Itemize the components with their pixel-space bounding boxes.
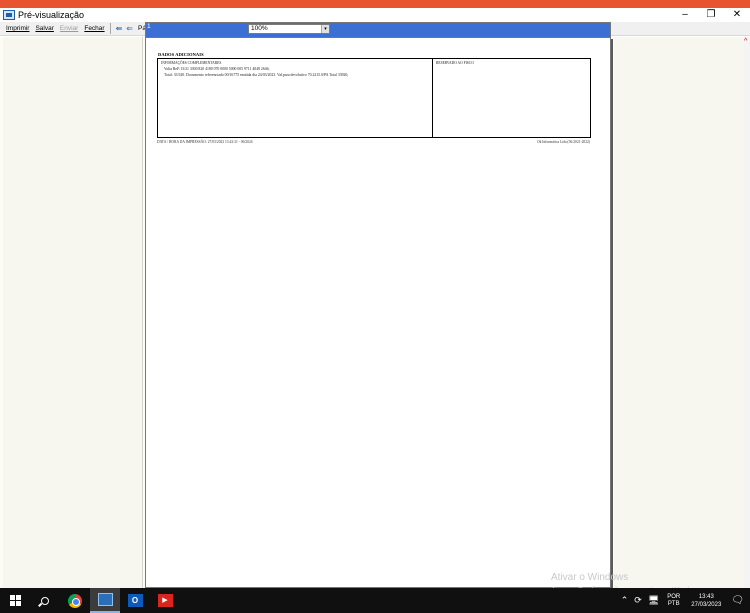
print-button[interactable]: Imprimir — [6, 25, 29, 32]
zoom-value: 100% — [250, 24, 268, 32]
previous-page-icon[interactable]: ⇐ — [126, 23, 133, 35]
thumbnail-pane — [3, 37, 143, 588]
app-icon — [3, 10, 15, 20]
top-accent-bar — [0, 0, 750, 8]
software-credit: Ok Informática Ltda (56/2021-2022) — [537, 140, 590, 144]
box-divider — [432, 59, 433, 137]
scroll-up-icon[interactable]: ^ — [744, 37, 750, 47]
clock-time: 13:43 — [698, 593, 714, 600]
network-icon[interactable]: 🖥 — [648, 595, 659, 606]
send-button[interactable]: Enviar — [60, 25, 78, 32]
tray-overflow-icon[interactable]: ⌃ — [621, 595, 629, 606]
title-bar: Pré-visualização – ❐ ✕ — [0, 8, 750, 22]
window-title: Pré-visualização — [18, 10, 85, 20]
right-pane: ^ — [614, 37, 750, 588]
print-timestamp: DATA / HORA DA IMPRESSÃO: 27/03/2023 13:… — [157, 140, 253, 144]
notification-icon[interactable]: 🗨 — [731, 595, 744, 606]
additional-data-box: INFORMAÇÕES COMPLEMENTARES Volta ReF:13/… — [157, 58, 591, 138]
close-preview-button[interactable]: Fechar — [84, 25, 104, 32]
system-tray: ⌃ ⟳ 🖥 POR PTB 13:43 27/03/2023 🗨 — [618, 588, 750, 613]
taskbar-red-app[interactable]: ▶ — [150, 588, 180, 613]
first-page-icon[interactable]: ⇚ — [116, 23, 123, 35]
taskbar-outlook[interactable]: O — [120, 588, 150, 613]
preview-toolbar: Imprimir Salvar Enviar Fechar ⇚ ⇐ Página… — [0, 22, 750, 573]
taskbar: O ▶ ⌃ ⟳ 🖥 POR PTB 13:43 27/03/2023 🗨 — [0, 588, 750, 613]
section-title: DADOS ADICIONAIS — [158, 52, 204, 57]
keyboard-layout: PTB — [667, 600, 680, 607]
sync-icon[interactable]: ⟳ — [634, 595, 642, 606]
language-indicator[interactable]: POR PTB — [667, 594, 680, 608]
vertical-scrollbar[interactable]: ^ — [744, 37, 750, 588]
document-page: DADOS ADICIONAIS INFORMAÇÕES COMPLEMENTA… — [145, 37, 611, 588]
fisco-header: RESERVADO AO FISCO — [436, 61, 474, 65]
chrome-icon — [68, 593, 82, 608]
start-button[interactable] — [0, 588, 30, 613]
taskbar-preview-app[interactable] — [90, 588, 120, 613]
info-header: INFORMAÇÕES COMPLEMENTARES — [161, 61, 222, 65]
clock-date: 27/03/2023 — [691, 601, 722, 608]
watermark-title: Ativar o Windows — [551, 572, 629, 583]
close-button[interactable]: ✕ — [724, 8, 750, 22]
info-line: Total: 33.920. Documento referenciado 00… — [164, 73, 349, 77]
window-controls: – ❐ ✕ — [672, 8, 750, 22]
info-line: Volta ReF:13/21 3300 820 4180 070 0000 5… — [164, 67, 270, 71]
clock[interactable]: 13:43 27/03/2023 — [691, 593, 721, 609]
search-icon — [41, 596, 49, 605]
taskbar-chrome[interactable] — [60, 588, 90, 613]
toolbar-separator — [109, 23, 111, 34]
outlook-icon: O — [127, 594, 143, 607]
search-button[interactable] — [30, 588, 60, 613]
zoom-select[interactable]: 100% ▾ — [247, 23, 330, 34]
restore-button[interactable]: ❐ — [698, 8, 724, 22]
language-code: POR — [667, 593, 681, 600]
chevron-down-icon[interactable]: ▾ — [320, 24, 329, 33]
windows-icon — [9, 595, 21, 606]
minimize-button[interactable]: – — [672, 8, 698, 22]
app-icon — [97, 593, 113, 606]
save-button[interactable]: Salvar — [35, 25, 53, 32]
media-app-icon: ▶ — [157, 594, 173, 607]
preview-workspace: DADOS ADICIONAIS INFORMAÇÕES COMPLEMENTA… — [0, 37, 750, 594]
